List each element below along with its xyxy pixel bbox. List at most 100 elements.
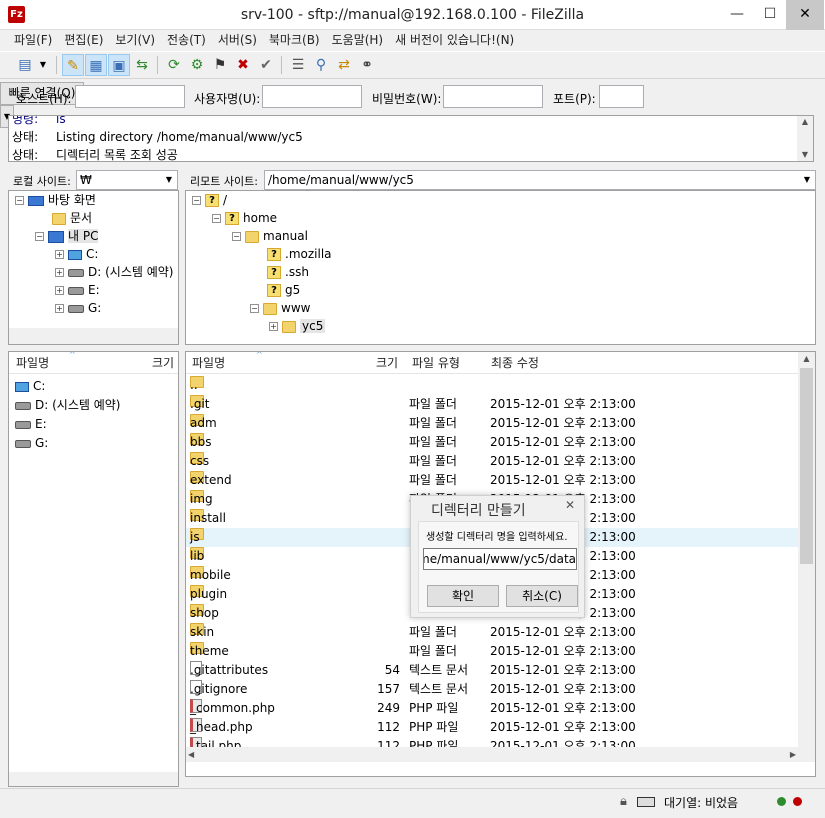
site-manager-icon[interactable]: ▤ xyxy=(14,54,36,76)
scroll-right-icon[interactable]: ▶ xyxy=(790,747,796,762)
directory-name-input[interactable]: /home/manual/www/yc5/data xyxy=(423,548,577,570)
search-files-icon[interactable]: ⚭ xyxy=(356,54,378,76)
table-row[interactable]: adm 파일 폴더 2015-12-01 오후 2:13:00 xyxy=(186,414,798,433)
collapse-icon[interactable]: − xyxy=(15,196,24,205)
local-tree-drive-c[interactable]: + C: xyxy=(55,245,98,263)
remote-col-type[interactable]: 파일 유형 xyxy=(412,352,460,374)
username-input[interactable] xyxy=(262,85,362,108)
table-row[interactable]: _common.php 249 PHP 파일 2015-12-01 오후 2:13:0… xyxy=(186,699,798,718)
process-queue-icon[interactable]: ⚙ xyxy=(186,54,208,76)
expand-icon[interactable]: + xyxy=(55,268,64,277)
remote-col-modified[interactable]: 최종 수정 xyxy=(491,352,539,374)
remote-site-combo[interactable]: /home/manual/www/yc5 ▼ xyxy=(264,170,816,190)
port-input[interactable] xyxy=(599,85,644,108)
filter-icon[interactable]: ☰ xyxy=(287,54,309,76)
collapse-icon[interactable]: − xyxy=(192,196,201,205)
menu-view[interactable]: 보기(V) xyxy=(109,30,161,51)
remote-list-hscrollbar[interactable]: ◀ ▶ xyxy=(186,747,798,762)
remote-col-size[interactable]: 크기 xyxy=(376,352,398,374)
local-list-hscrollbar[interactable] xyxy=(9,772,178,786)
table-row[interactable]: .git 파일 폴더 2015-12-01 오후 2:13:00 xyxy=(186,395,798,414)
expand-icon[interactable]: + xyxy=(55,304,64,313)
remote-tree-root[interactable]: −? / xyxy=(192,191,227,209)
sync-browsing-icon[interactable]: ⇄ xyxy=(333,54,355,76)
collapse-icon[interactable]: − xyxy=(250,304,259,313)
table-row[interactable]: theme 파일 폴더 2015-12-01 오후 2:13:00 xyxy=(186,642,798,661)
table-row[interactable]: css 파일 폴더 2015-12-01 오후 2:13:00 xyxy=(186,452,798,471)
minimize-button[interactable]: — xyxy=(720,0,754,30)
remote-tree-manual[interactable]: − manual xyxy=(232,227,308,245)
local-tree-hscrollbar[interactable] xyxy=(9,328,178,344)
scroll-down-icon[interactable]: ▼ xyxy=(797,149,813,161)
list-item[interactable]: E: xyxy=(15,415,47,433)
cancel-button[interactable]: 취소(C) xyxy=(506,585,578,607)
local-tree-drive-d[interactable]: + D: (시스템 예약) xyxy=(55,263,173,281)
table-row[interactable]: extend 파일 폴더 2015-12-01 오후 2:13:00 xyxy=(186,471,798,490)
scroll-thumb[interactable] xyxy=(800,368,813,564)
collapse-icon[interactable]: − xyxy=(212,214,221,223)
table-row[interactable]: skin 파일 폴더 2015-12-01 오후 2:13:00 xyxy=(186,623,798,642)
expand-icon[interactable]: + xyxy=(269,322,278,331)
reconnect-icon[interactable]: ✔ xyxy=(255,54,277,76)
refresh-icon[interactable]: ⟳ xyxy=(163,54,185,76)
remote-tree-ssh[interactable]: ? .ssh xyxy=(267,263,309,281)
menu-edit[interactable]: 편집(E) xyxy=(58,30,109,51)
close-icon[interactable]: ✕ xyxy=(560,498,580,516)
close-button[interactable]: ✕ xyxy=(786,0,824,30)
toggle-log-icon[interactable]: ✎ xyxy=(62,54,84,76)
toggle-remote-tree-icon[interactable]: ▣ xyxy=(108,54,130,76)
cancel-operation-icon[interactable]: ⚑ xyxy=(209,54,231,76)
site-manager-dropdown-icon[interactable]: ▼ xyxy=(36,54,50,76)
table-row[interactable]: .. xyxy=(186,376,798,395)
scroll-up-icon[interactable]: ▲ xyxy=(797,116,813,128)
toggle-queue-icon[interactable]: ⇆ xyxy=(131,54,153,76)
host-input[interactable] xyxy=(75,85,185,108)
table-row[interactable]: .gitignore 157 텍스트 문서 2015-12-01 오후 2:13:00 xyxy=(186,680,798,699)
list-item[interactable]: D: (시스템 예약) xyxy=(15,396,120,414)
menu-transfer[interactable]: 전송(T) xyxy=(161,30,212,51)
chevron-down-icon[interactable]: ▼ xyxy=(799,171,815,189)
table-row[interactable]: .gitattributes 54 텍스트 문서 2015-12-01 오후 2:13… xyxy=(186,661,798,680)
local-col-size[interactable]: 크기 xyxy=(152,352,174,374)
local-tree-desktop[interactable]: − 바탕 화면 xyxy=(15,191,96,209)
message-log[interactable]: 명령: ls 상태: Listing directory /home/manual/… xyxy=(8,115,814,162)
collapse-icon[interactable]: − xyxy=(35,232,44,241)
scroll-up-icon[interactable]: ▲ xyxy=(798,352,815,366)
local-tree-drive-e[interactable]: + E: xyxy=(55,281,100,299)
collapse-icon[interactable]: − xyxy=(232,232,241,241)
table-row[interactable]: _head.php 112 PHP 파일 2015-12-01 오후 2:13:00 xyxy=(186,718,798,737)
maximize-button[interactable]: ☐ xyxy=(753,0,787,30)
menu-file[interactable]: 파일(F) xyxy=(0,30,58,51)
chevron-down-icon[interactable]: ▼ xyxy=(161,171,177,189)
remote-col-name[interactable]: 파일명 xyxy=(192,352,225,374)
list-item[interactable]: G: xyxy=(15,434,48,452)
menu-bookmarks[interactable]: 북마크(B) xyxy=(263,30,326,51)
local-tree-my-pc[interactable]: − 내 PC xyxy=(35,227,99,245)
scroll-left-icon[interactable]: ◀ xyxy=(188,747,194,762)
password-input[interactable] xyxy=(443,85,543,108)
expand-icon[interactable]: + xyxy=(55,250,64,259)
ok-button[interactable]: 확인 xyxy=(427,585,499,607)
expand-icon[interactable]: + xyxy=(55,286,64,295)
local-tree-drive-g[interactable]: + G: xyxy=(55,299,101,317)
menu-help[interactable]: 도움말(H) xyxy=(326,30,390,51)
toggle-local-tree-icon[interactable]: ▦ xyxy=(85,54,107,76)
remote-tree-home[interactable]: −? home xyxy=(212,209,277,227)
tree-label: yc5 xyxy=(300,319,326,333)
remote-list-vscrollbar[interactable]: ▲ xyxy=(798,352,815,762)
table-row[interactable]: bbs 파일 폴더 2015-12-01 오후 2:13:00 xyxy=(186,433,798,452)
menu-server[interactable]: 서버(S) xyxy=(212,30,263,51)
list-item[interactable]: C: xyxy=(15,377,45,395)
title-bar[interactable]: Fz srv-100 - sftp://manual@192.168.0.100… xyxy=(0,0,825,30)
remote-tree-yc5[interactable]: + yc5 xyxy=(269,317,326,335)
local-site-combo[interactable]: ₩ ▼ xyxy=(76,170,178,190)
remote-tree-g5[interactable]: ? g5 xyxy=(267,281,300,299)
local-tree-documents[interactable]: 문서 xyxy=(52,209,92,227)
log-scrollbar[interactable]: ▲ ▼ xyxy=(797,116,813,161)
remote-tree-www[interactable]: − www xyxy=(250,299,310,317)
disconnect-icon[interactable]: ✖ xyxy=(232,54,254,76)
local-col-name[interactable]: 파일명 xyxy=(16,352,49,374)
menu-new-version[interactable]: 새 버전이 있습니다!(N) xyxy=(389,30,520,51)
compare-directories-icon[interactable]: ⚲ xyxy=(310,54,332,76)
remote-tree-mozilla[interactable]: ? .mozilla xyxy=(267,245,332,263)
